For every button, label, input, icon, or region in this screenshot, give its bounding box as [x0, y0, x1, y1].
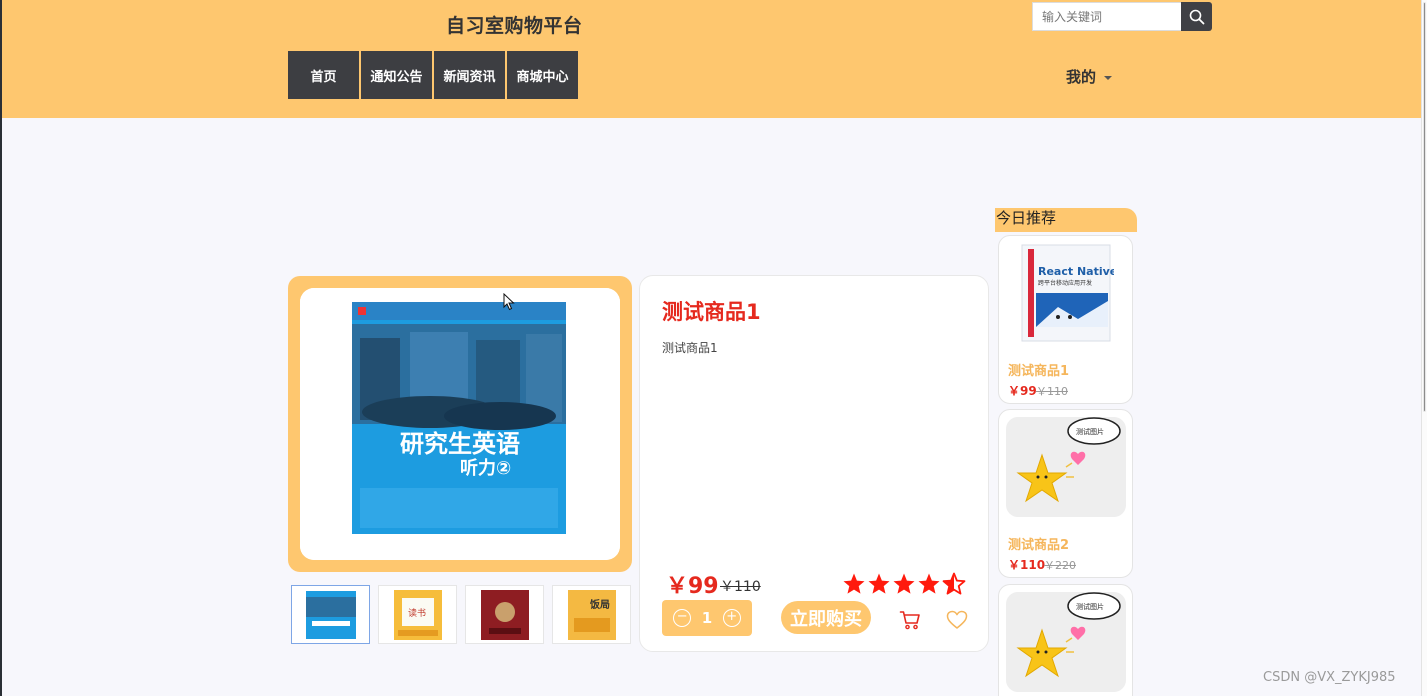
buy-now-button[interactable]: 立即购买	[781, 601, 871, 634]
recommend-card-2-old-price: ￥220	[1044, 559, 1076, 572]
recommend-card-2-price: ￥110	[1008, 558, 1046, 572]
thumbnail-1[interactable]	[291, 585, 370, 644]
recommend-card-3[interactable]: 测试图片	[998, 584, 1133, 696]
thumb-2-title: 读书	[408, 607, 426, 619]
star-cartoon-image: 测试图片	[1016, 417, 1121, 503]
product-title: 测试商品1	[662, 300, 761, 324]
add-to-cart-button[interactable]	[899, 609, 921, 635]
rec-1-cover-subtitle: 跨平台移动应用开发	[1038, 279, 1092, 287]
scrollbar-thumb[interactable]	[1423, 2, 1426, 412]
recommend-title: 今日推荐	[995, 208, 1137, 232]
recommend-card-3-image: 测试图片	[1006, 592, 1126, 692]
thumbnail-2[interactable]: 读书	[378, 585, 457, 644]
thumb-book-red	[480, 589, 529, 640]
star-half-icon	[942, 572, 966, 595]
star-full-icon	[843, 573, 865, 594]
favorite-button[interactable]	[946, 609, 968, 635]
recommend-card-1-name: 测试商品1	[1008, 364, 1070, 379]
product-description: 测试商品1	[662, 341, 718, 355]
product-main-image[interactable]: 研究生英语 听力②	[300, 288, 620, 560]
search-box	[1032, 2, 1212, 31]
thumbnail-4[interactable]: 饭局	[552, 585, 631, 644]
nav-news[interactable]: 新闻资讯	[434, 51, 505, 99]
site-title: 自习室购物平台	[446, 15, 583, 37]
thumb-4-title: 饭局	[589, 598, 610, 611]
cover-subtitle: 听力②	[460, 457, 511, 479]
quantity-stepper: − 1 +	[662, 600, 752, 636]
rec-2-bubble: 测试图片	[1076, 427, 1104, 436]
search-icon	[1189, 9, 1204, 24]
product-price: ￥99	[666, 574, 719, 599]
increase-quantity-button[interactable]: +	[722, 609, 741, 627]
recommend-card-2-image: 测试图片	[1006, 417, 1126, 517]
watermark-text: CSDN @VX_ZYKJ985	[1263, 670, 1396, 685]
star-full-icon	[868, 573, 890, 594]
recommend-card-1[interactable]: React Native 跨平台移动应用开发 测试商品1 ￥99 ￥110	[998, 235, 1133, 404]
product-image-panel: 研究生英语 听力②	[288, 276, 632, 572]
thumb-book-yellow: 饭局	[567, 589, 616, 640]
cart-icon	[899, 611, 920, 630]
book-cover-image: 研究生英语 听力②	[300, 288, 620, 560]
site-header: 自习室购物平台 首页 通知公告 新闻资讯 商城中心 我的	[2, 0, 1421, 118]
decrease-quantity-button[interactable]: −	[673, 609, 692, 627]
search-button[interactable]	[1181, 2, 1212, 31]
product-info-card: 测试商品1 测试商品1 ￥99 ￥110 − 1 + 立即购买	[639, 275, 989, 652]
cover-title: 研究生英语	[400, 430, 520, 458]
recommend-card-2[interactable]: 测试图片 测试商品2 ￥110 ￥220	[998, 409, 1133, 578]
thumb-book-reading: 读书	[393, 589, 442, 640]
product-rating	[842, 572, 966, 596]
quantity-value[interactable]: 1	[702, 609, 712, 627]
caret-down-icon	[1104, 75, 1113, 80]
recommend-card-2-name: 测试商品2	[1008, 538, 1070, 553]
star-cartoon-image: 测试图片	[1016, 592, 1121, 678]
recommend-card-1-old-price: ￥110	[1036, 385, 1068, 398]
nav-home[interactable]: 首页	[288, 51, 359, 99]
mouse-cursor-icon	[503, 292, 515, 315]
heart-icon	[946, 610, 968, 629]
nav-notices[interactable]: 通知公告	[361, 51, 432, 99]
nav-shop[interactable]: 商城中心	[507, 51, 578, 99]
react-native-book-image: React Native 跨平台移动应用开发	[1021, 244, 1114, 342]
thumbnail-3[interactable]	[465, 585, 544, 644]
my-account-label: 我的	[1066, 68, 1097, 86]
product-original-price: ￥110	[720, 579, 761, 595]
recommend-card-1-image: React Native 跨平台移动应用开发	[1006, 243, 1126, 343]
thumb-book-english	[305, 590, 356, 639]
page-scrollbar[interactable]	[1421, 0, 1427, 696]
my-account-dropdown[interactable]: 我的	[1066, 66, 1113, 87]
recommend-card-1-price: ￥99	[1008, 384, 1037, 398]
star-full-icon	[918, 573, 940, 594]
rec-3-bubble: 测试图片	[1076, 602, 1104, 611]
star-full-icon	[893, 573, 915, 594]
thumbnail-strip: 读书 饭局	[291, 585, 631, 644]
search-input[interactable]	[1032, 2, 1181, 31]
main-nav: 首页 通知公告 新闻资讯 商城中心	[288, 51, 578, 99]
rec-1-cover-title: React Native	[1038, 265, 1114, 278]
